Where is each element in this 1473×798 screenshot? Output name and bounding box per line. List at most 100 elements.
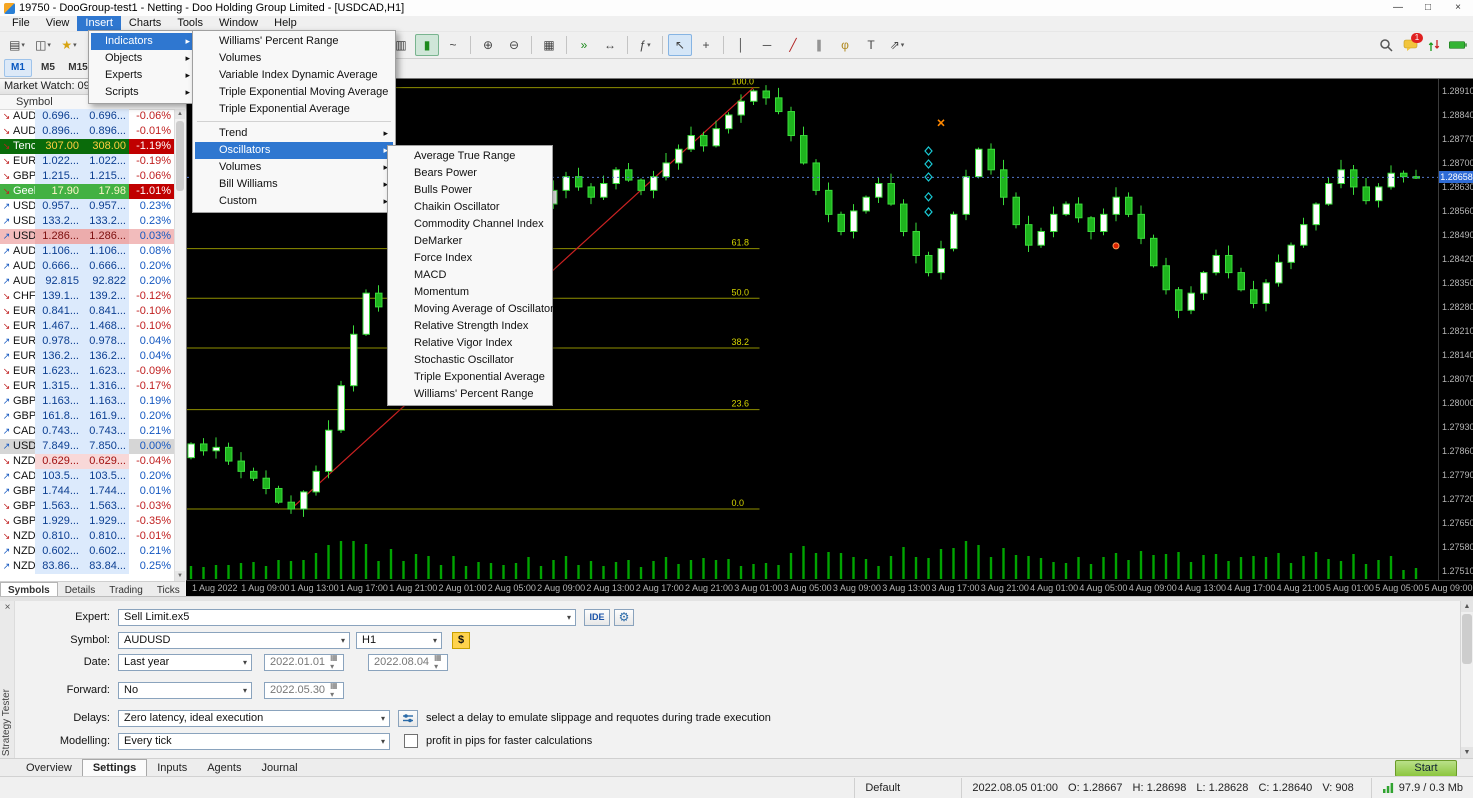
market-watch-row[interactable]: ↗GBPCHF1.163...1.163...0.19% — [0, 394, 175, 409]
tester-tab-journal[interactable]: Journal — [251, 760, 307, 776]
oscillator-item-macd[interactable]: MACD — [390, 267, 550, 284]
ide-button[interactable]: IDE — [584, 609, 610, 626]
zoom-out-button[interactable]: ⊖ — [502, 34, 526, 56]
market-watch-row[interactable]: ↘EURCAD1.315...1.316...-0.17% — [0, 379, 175, 394]
timeframe-m5[interactable]: M5 — [34, 59, 62, 77]
objects-button[interactable]: ⇗▾ — [885, 34, 909, 56]
market-watch-row[interactable]: ↗USDCHF0.957...0.957...0.23% — [0, 199, 175, 214]
oscillator-item-bulls-power[interactable]: Bulls Power — [390, 182, 550, 199]
market-watch-row[interactable]: ↗EURCHF0.978...0.978...0.04% — [0, 334, 175, 349]
market-watch-row[interactable]: ↘CHFJPY139.1...139.2...-0.12% — [0, 289, 175, 304]
equidistant-channel-button[interactable]: ∥ — [807, 34, 831, 56]
scroll-up-icon[interactable]: ▲ — [1461, 601, 1473, 612]
insert-menu-item-experts[interactable]: Experts▸ — [91, 67, 195, 84]
oscillator-item-demarker[interactable]: DeMarker — [390, 233, 550, 250]
notifications-button[interactable]: 1 — [1401, 36, 1419, 54]
forward-select[interactable]: No — [118, 682, 252, 699]
delay-settings-icon[interactable] — [398, 710, 418, 727]
indicators-menu-item-triple-exponential-average[interactable]: Triple Exponential Average — [195, 101, 393, 118]
market-watch-row[interactable]: ↗AUDNZD1.106...1.106...0.08% — [0, 244, 175, 259]
oscillator-item-relative-strength-index[interactable]: Relative Strength Index — [390, 318, 550, 335]
market-watch-row[interactable]: ↘EURAUD1.467...1.468...-0.10% — [0, 319, 175, 334]
candles-button[interactable]: ▮ — [415, 34, 439, 56]
oscillator-item-chaikin-oscillator[interactable]: Chaikin Oscillator — [390, 199, 550, 216]
scrollbar-thumb[interactable] — [1462, 614, 1472, 664]
menu-file[interactable]: File — [4, 16, 38, 31]
menu-charts[interactable]: Charts — [121, 16, 169, 31]
delays-select[interactable]: Zero latency, ideal execution — [118, 710, 390, 727]
profit-in-pips-checkbox[interactable] — [404, 734, 418, 748]
fibonacci-button[interactable]: φ — [833, 34, 857, 56]
market-watch-row[interactable]: ↘NZDCAD0.810...0.810...-0.01% — [0, 529, 175, 544]
market-watch-row[interactable]: ↘Tencent307.00308.00-1.19% — [0, 139, 175, 154]
forward-date-field[interactable]: 2022.05.30 — [264, 682, 344, 699]
oscillator-item-stochastic-oscillator[interactable]: Stochastic Oscillator — [390, 352, 550, 369]
indicators-menu-item-custom[interactable]: Custom▸ — [195, 193, 393, 210]
market-watch-row[interactable]: ↗USDHKD7.849...7.850...0.00% — [0, 439, 175, 454]
vertical-line-button[interactable]: │ — [729, 34, 753, 56]
new-chart-button[interactable]: ▤▾ — [5, 34, 29, 56]
indicators-menu-item-triple-exponential-moving-average[interactable]: Triple Exponential Moving Average — [195, 84, 393, 101]
expert-settings-gear-icon[interactable]: ⚙ — [614, 609, 634, 626]
menu-insert[interactable]: Insert — [77, 16, 121, 31]
oscillator-item-commodity-channel-index[interactable]: Commodity Channel Index — [390, 216, 550, 233]
market-watch-row[interactable]: ↗NZDCHF0.602...0.602...0.21% — [0, 544, 175, 559]
menu-tools[interactable]: Tools — [169, 16, 211, 31]
date-to-field[interactable]: 2022.08.04 — [368, 654, 448, 671]
market-watch-row[interactable]: ↘EURUSD1.022...1.022...-0.19% — [0, 154, 175, 169]
profiles-button[interactable]: ◫▾ — [31, 34, 55, 56]
market-watch-row[interactable]: ↗CADCHF0.743...0.743...0.21% — [0, 424, 175, 439]
minimize-button[interactable]: — — [1383, 0, 1413, 16]
symbol-select[interactable]: AUDUSD — [118, 632, 350, 649]
insert-menu-item-indicators[interactable]: Indicators▸ — [91, 33, 195, 50]
favorites-button[interactable]: ★▾ — [57, 34, 81, 56]
zoom-in-button[interactable]: ⊕ — [476, 34, 500, 56]
indicators-menu-item-volumes[interactable]: Volumes — [195, 50, 393, 67]
close-button[interactable]: × — [1443, 0, 1473, 16]
market-watch-row[interactable]: ↗GBPAUD1.744...1.744...0.01% — [0, 484, 175, 499]
market-watch-row[interactable]: ↘AUDCAD0.896...0.896...-0.01% — [0, 124, 175, 139]
oscillator-item-force-index[interactable]: Force Index — [390, 250, 550, 267]
market-watch-row[interactable]: ↗CADJPY103.5...103.5...0.20% — [0, 469, 175, 484]
auto-scroll-button[interactable]: » — [572, 34, 596, 56]
market-watch-row[interactable]: ↘EURGBP0.841...0.841...-0.10% — [0, 304, 175, 319]
scroll-up-icon[interactable]: ▲ — [175, 109, 185, 119]
price-axis[interactable]: 1.28658 1.289101.288401.287701.287001.28… — [1438, 79, 1473, 581]
horizontal-line-button[interactable]: ─ — [755, 34, 779, 56]
indicators-menu-item-trend[interactable]: Trend▸ — [195, 125, 393, 142]
timeframe-m1[interactable]: M1 — [4, 59, 32, 77]
scrollbar-thumb[interactable] — [176, 121, 184, 191]
market-watch-row[interactable]: ↘EURNZD1.623...1.623...-0.09% — [0, 364, 175, 379]
tester-tab-overview[interactable]: Overview — [16, 760, 82, 776]
network-traffic-icon[interactable] — [1425, 36, 1443, 54]
oscillator-item-average-true-range[interactable]: Average True Range — [390, 148, 550, 165]
market-watch-row[interactable]: ↗USDJPY133.2...133.2...0.23% — [0, 214, 175, 229]
menu-help[interactable]: Help — [266, 16, 305, 31]
market-watch-scrollbar[interactable]: ▲ ▼ — [174, 109, 185, 581]
market-watch-row[interactable]: ↗AUDCHF0.666...0.666...0.20% — [0, 259, 175, 274]
tester-tab-settings[interactable]: Settings — [82, 759, 147, 777]
indicators-menu-item-variable-index-dynamic-average[interactable]: Variable Index Dynamic Average — [195, 67, 393, 84]
market-watch-row[interactable]: ↗AUDJPY92.81592.8220.20% — [0, 274, 175, 289]
text-button[interactable]: T — [859, 34, 883, 56]
scroll-down-icon[interactable]: ▼ — [175, 571, 185, 581]
oscillator-item-momentum[interactable]: Momentum — [390, 284, 550, 301]
symbol-info-button[interactable]: $ — [452, 632, 470, 649]
cursor-button[interactable]: ↖ — [668, 34, 692, 56]
insert-menu-item-scripts[interactable]: Scripts▸ — [91, 84, 195, 101]
indicators-menu-item-williams-percent-range[interactable]: Williams' Percent Range — [195, 33, 393, 50]
market-watch-row[interactable]: ↗NZDJPY83.86...83.84...0.25% — [0, 559, 175, 574]
indicators-menu-item-oscillators[interactable]: Oscillators▸ — [195, 142, 393, 159]
tester-tab-agents[interactable]: Agents — [197, 760, 251, 776]
line-chart-button[interactable]: ~ — [441, 34, 465, 56]
indicators-button[interactable]: ƒ▾ — [633, 34, 657, 56]
market-watch-row[interactable]: ↘NZDUSD0.629...0.629...-0.04% — [0, 454, 175, 469]
market-watch-row[interactable]: ↗EURJPY136.2...136.2...0.04% — [0, 349, 175, 364]
market-watch-row[interactable]: ↗GBPJPY161.8...161.9...0.20% — [0, 409, 175, 424]
status-profile[interactable]: Default — [854, 778, 961, 798]
trendline-button[interactable]: ╱ — [781, 34, 805, 56]
oscillator-item-bears-power[interactable]: Bears Power — [390, 165, 550, 182]
oscillator-item-triple-exponential-average[interactable]: Triple Exponential Average — [390, 369, 550, 386]
market-watch-row[interactable]: ↘Geely17.9017.98-1.01% — [0, 184, 175, 199]
scroll-down-icon[interactable]: ▼ — [1461, 747, 1473, 758]
